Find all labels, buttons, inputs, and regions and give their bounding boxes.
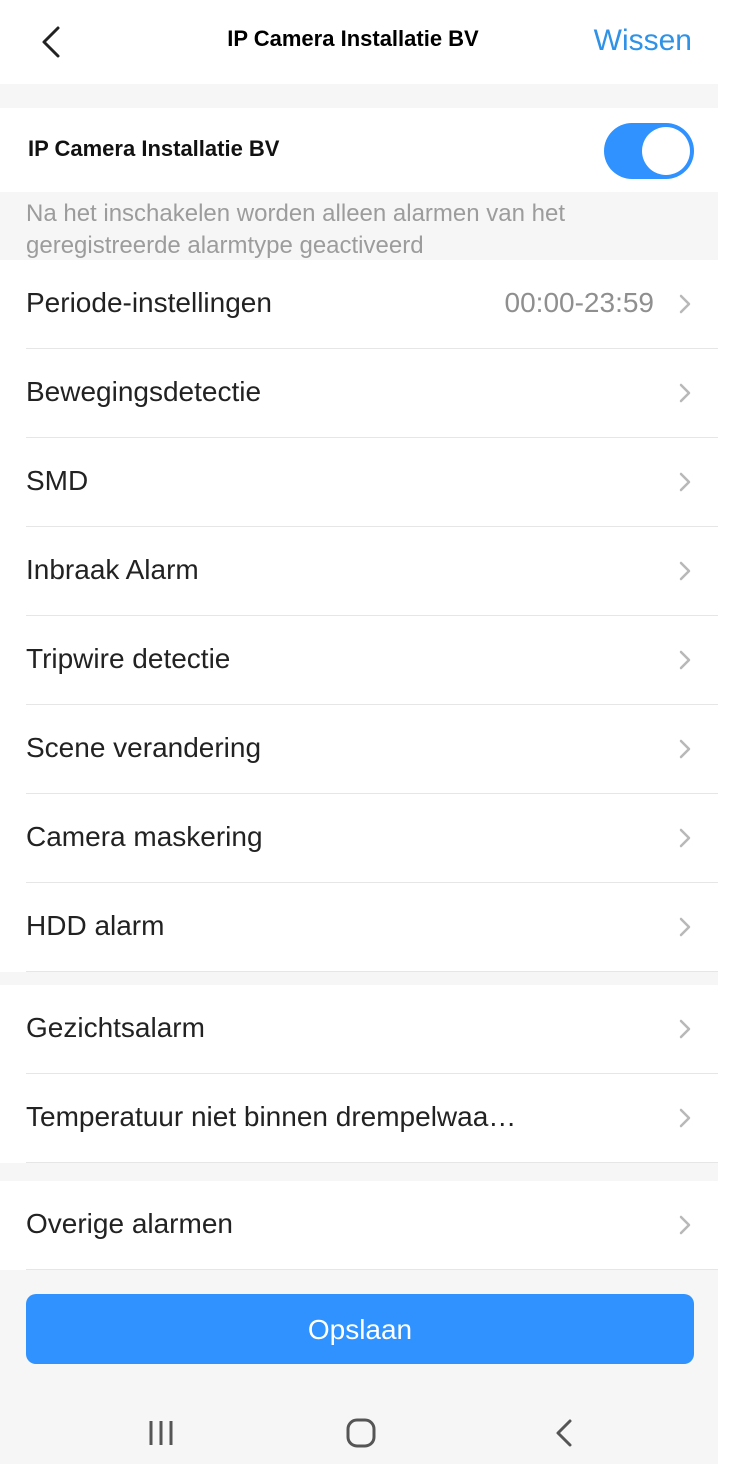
list-item-label: Temperatuur niet binnen drempelwaa… (26, 1101, 517, 1132)
chevron-right-icon (678, 382, 692, 404)
list-item[interactable]: Bewegingsdetectie (0, 349, 718, 438)
chevron-right-icon (678, 1018, 692, 1040)
list-item-label: HDD alarm (26, 910, 165, 941)
recent-apps-button[interactable] (146, 1418, 176, 1453)
list-item-label: Camera maskering (26, 821, 263, 852)
alarm-settings-group: Periode-instellingen 00:00-23:59 Bewegings… (0, 260, 718, 972)
clear-button[interactable]: Wissen (594, 24, 692, 58)
list-item-label: Gezichtsalarm (26, 1012, 205, 1043)
list-item[interactable]: Gezichtsalarm (0, 985, 718, 1074)
list-item-label: SMD (26, 465, 89, 496)
system-nav-bar (0, 1400, 718, 1464)
info-note: Na het inschakelen worden alleen alarmen… (26, 200, 566, 259)
chevron-right-icon (678, 560, 692, 582)
list-item-label: Bewegingsdetectie (26, 376, 262, 407)
list-item-label: Scene verandering (26, 732, 262, 763)
recent-apps-icon (149, 1421, 173, 1445)
list-item[interactable]: Periode-instellingen 00:00-23:59 (0, 260, 718, 349)
list-item-label: Overige alarmen (26, 1208, 233, 1239)
list-item[interactable]: Overige alarmen (0, 1181, 718, 1270)
chevron-right-icon (678, 471, 692, 493)
alarm-extra-group: Gezichtsalarm Temperatuur niet binnen dre… (0, 985, 718, 1163)
list-item-label: Inbraak Alarm (26, 554, 199, 585)
list-item[interactable]: SMD (0, 438, 718, 527)
list-item[interactable]: Camera maskering (0, 794, 718, 883)
header: IP Camera Installatie BV Wissen (0, 0, 718, 84)
switch-knob (642, 127, 690, 175)
other-alarms-group: Overige alarmen (0, 1181, 718, 1270)
back-nav-button[interactable] (550, 1418, 578, 1453)
chevron-right-icon (678, 1107, 692, 1129)
list-item[interactable]: Scene verandering (0, 705, 718, 794)
save-button[interactable]: Opslaan (26, 1294, 694, 1364)
chevron-right-icon (678, 916, 692, 938)
list-item[interactable]: Tripwire detectie (0, 616, 718, 705)
chevron-right-icon (678, 293, 692, 315)
divider (26, 1162, 718, 1163)
home-button[interactable] (345, 1418, 377, 1453)
back-nav-icon (556, 1419, 572, 1447)
app-screen: IP Camera Installatie BV Wissen IP Camer… (0, 0, 718, 1464)
enable-switch[interactable] (604, 123, 694, 179)
screen-edge (718, 0, 732, 1464)
list-item-value: 00:00-23:59 (504, 287, 654, 318)
divider (26, 971, 718, 972)
chevron-right-icon (678, 649, 692, 671)
list-item[interactable]: HDD alarm (0, 883, 718, 972)
list-item-label: Periode-instellingen (26, 287, 272, 318)
chevron-right-icon (678, 827, 692, 849)
toggle-label: IP Camera Installatie BV (28, 136, 280, 161)
home-icon (346, 1418, 376, 1448)
chevron-right-icon (678, 1214, 692, 1236)
chevron-right-icon (678, 738, 692, 760)
list-item[interactable]: Inbraak Alarm (0, 527, 718, 616)
divider (26, 1269, 718, 1270)
list-item-label: Tripwire detectie (26, 643, 231, 674)
list-item[interactable]: Temperatuur niet binnen drempelwaa… (0, 1074, 718, 1163)
